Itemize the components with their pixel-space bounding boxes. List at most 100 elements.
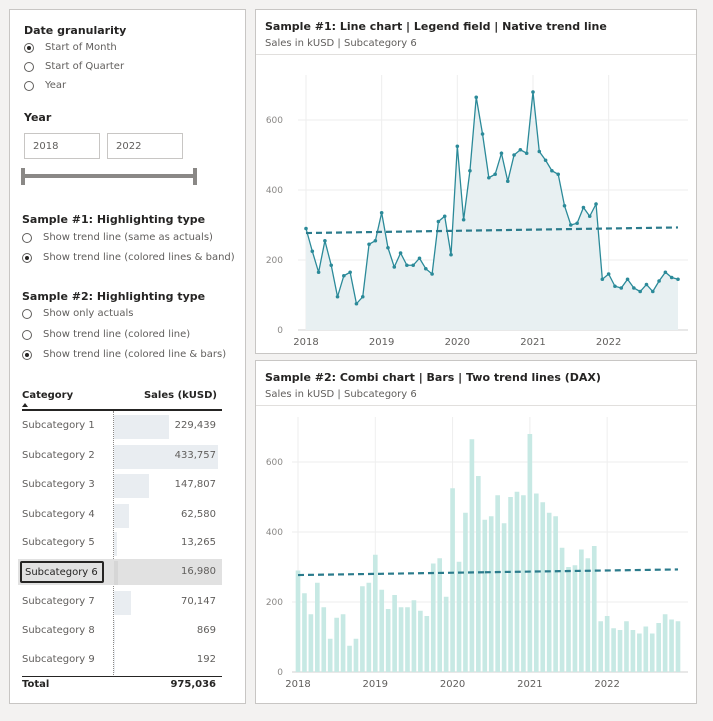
sales-databar bbox=[114, 474, 149, 498]
sample2-option-actuals[interactable]: Show only actuals bbox=[22, 308, 134, 319]
chart1-title: Sample #1: Line chart | Legend field | N… bbox=[265, 20, 607, 33]
row-category-label: Subcategory 1 bbox=[22, 420, 95, 431]
data-point bbox=[669, 275, 674, 280]
data-point bbox=[329, 263, 334, 268]
table-row[interactable]: Subcategory 8 869 bbox=[22, 618, 222, 644]
data-point bbox=[354, 301, 359, 306]
data-point bbox=[373, 238, 378, 243]
sales-databar bbox=[114, 591, 131, 615]
data-point bbox=[436, 219, 441, 224]
table-row[interactable]: Subcategory 5 13,265 bbox=[22, 530, 222, 556]
data-point bbox=[335, 294, 340, 299]
data-point bbox=[487, 175, 491, 180]
radio-icon[interactable] bbox=[24, 42, 34, 53]
bar bbox=[643, 626, 649, 672]
bar bbox=[327, 638, 333, 672]
data-point bbox=[455, 144, 460, 149]
data-point bbox=[342, 273, 346, 278]
row-sales-value: 62,580 bbox=[181, 509, 216, 520]
x-tick-label: 2018 bbox=[293, 337, 318, 348]
bar bbox=[611, 628, 616, 672]
radio-icon[interactable] bbox=[22, 349, 32, 360]
combi-chart[interactable]: 0 200 400 600 2018 2019 2020 2021 2022 bbox=[256, 406, 696, 703]
data-point bbox=[581, 205, 586, 210]
x-tick-label: 2021 bbox=[520, 337, 545, 348]
sample1-option-band[interactable]: Show trend line (colored lines & band) bbox=[22, 252, 235, 263]
bar bbox=[501, 523, 507, 672]
bar bbox=[559, 547, 565, 672]
granularity-option-year[interactable]: Year bbox=[24, 80, 66, 91]
data-point bbox=[569, 223, 573, 227]
data-point bbox=[600, 277, 605, 282]
bar bbox=[566, 567, 571, 672]
line-chart-card[interactable]: Sample #1: Line chart | Legend field | N… bbox=[255, 9, 697, 354]
bar bbox=[308, 614, 314, 672]
data-point bbox=[392, 265, 397, 269]
row-category-label: Subcategory 5 bbox=[22, 537, 95, 548]
bar bbox=[508, 497, 513, 672]
data-point bbox=[493, 172, 497, 177]
table-row[interactable]: Subcategory 1 229,439 bbox=[22, 413, 222, 439]
data-point bbox=[625, 277, 630, 282]
sample2-highlighting-title: Sample #2: Highlighting type bbox=[22, 290, 206, 303]
data-point bbox=[442, 214, 447, 219]
chart2-subtitle: Sales in kUSD | Subcategory 6 bbox=[265, 389, 417, 400]
row-sales-value: 869 bbox=[196, 625, 216, 636]
data-point bbox=[499, 151, 504, 156]
combi-chart-card[interactable]: Sample #2: Combi chart | Bars | Two tren… bbox=[255, 360, 697, 704]
data-point bbox=[632, 286, 636, 290]
radio-icon[interactable] bbox=[22, 329, 32, 340]
data-point bbox=[512, 153, 516, 157]
bar bbox=[334, 617, 339, 672]
year-to-input[interactable]: 2022 bbox=[107, 133, 183, 159]
bar bbox=[624, 621, 629, 672]
data-point bbox=[524, 151, 529, 156]
year-slider-handle-end[interactable] bbox=[193, 168, 197, 185]
bar bbox=[295, 570, 301, 672]
data-point bbox=[423, 266, 428, 271]
data-point bbox=[663, 270, 668, 275]
radio-icon[interactable] bbox=[22, 308, 32, 319]
sample1-option-same[interactable]: Show trend line (same as actuals) bbox=[22, 232, 213, 243]
radio-icon[interactable] bbox=[24, 80, 34, 91]
year-slider-handle-start[interactable] bbox=[21, 168, 25, 185]
table-row[interactable]: Subcategory 3 147,807 bbox=[22, 472, 222, 498]
sample2-option-line-bars[interactable]: Show trend line (colored line & bars) bbox=[22, 349, 226, 360]
x-tick-label: 2019 bbox=[369, 337, 394, 348]
table-header-sales[interactable]: Sales (kUSD) bbox=[144, 390, 217, 401]
data-point bbox=[644, 282, 649, 287]
bar bbox=[430, 563, 436, 672]
table-row[interactable]: Subcategory 9 192 bbox=[22, 647, 222, 673]
year-from-input[interactable]: 2018 bbox=[24, 133, 100, 159]
radio-icon[interactable] bbox=[22, 252, 32, 263]
table-row[interactable]: Subcategory 7 70,147 bbox=[22, 589, 222, 615]
radio-icon[interactable] bbox=[22, 232, 32, 243]
granularity-option-month[interactable]: Start of Month bbox=[24, 42, 117, 53]
table-row[interactable]: Subcategory 2 433,757 bbox=[22, 443, 222, 469]
table-row[interactable]: Subcategory 4 62,580 bbox=[22, 502, 222, 528]
bar bbox=[411, 600, 417, 672]
radio-icon[interactable] bbox=[24, 61, 34, 72]
line-chart[interactable]: 0 200 400 600 2018 2019 2020 2021 2022 bbox=[256, 55, 696, 353]
row-sales-value: 192 bbox=[196, 654, 216, 665]
y-tick-label: 600 bbox=[266, 116, 283, 126]
data-point bbox=[461, 217, 466, 222]
data-point bbox=[505, 179, 510, 184]
table-total-label: Total bbox=[22, 679, 50, 690]
sales-databar bbox=[114, 620, 115, 644]
row-sales-value: 147,807 bbox=[174, 479, 216, 490]
row-sales-value: 433,757 bbox=[174, 450, 216, 461]
year-slider-track[interactable] bbox=[22, 174, 196, 178]
bar bbox=[533, 493, 539, 672]
granularity-option-quarter[interactable]: Start of Quarter bbox=[24, 61, 124, 72]
data-point bbox=[379, 210, 384, 215]
sort-ascending-icon[interactable] bbox=[22, 403, 28, 407]
row-sales-value: 16,980 bbox=[181, 566, 216, 577]
sample2-option-line[interactable]: Show trend line (colored line) bbox=[22, 329, 190, 340]
table-header-category[interactable]: Category bbox=[22, 390, 73, 401]
y-tick-label: 200 bbox=[266, 598, 283, 608]
x-tick-label: 2018 bbox=[285, 679, 310, 690]
series-area bbox=[306, 92, 678, 330]
table-row[interactable]: Subcategory 6 16,980 bbox=[18, 559, 222, 585]
data-point bbox=[537, 149, 542, 154]
